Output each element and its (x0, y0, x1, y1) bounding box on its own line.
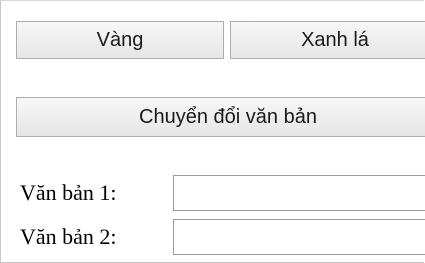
text-2-input[interactable] (173, 219, 425, 255)
text-1-input[interactable] (173, 175, 425, 211)
page-frame: Vàng Xanh lá Chuyển đổi văn bản Văn bản … (0, 0, 425, 263)
convert-text-button[interactable]: Chuyển đổi văn bản (16, 97, 425, 137)
text-2-label: Văn bản 2: (20, 224, 117, 249)
green-button[interactable]: Xanh lá (230, 21, 425, 59)
yellow-button[interactable]: Vàng (16, 21, 224, 59)
text-1-label: Văn bản 1: (20, 180, 117, 205)
